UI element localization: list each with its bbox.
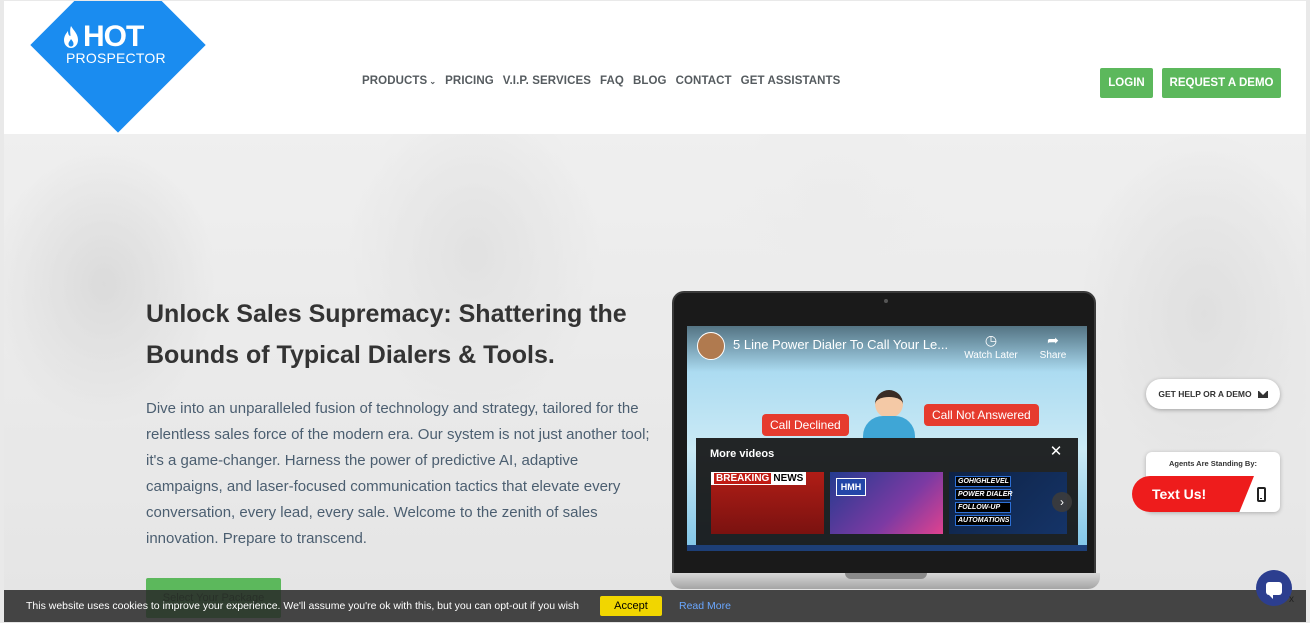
close-icon[interactable]: ✕ [1048,444,1064,460]
cookie-consent-bar: This website uses cookies to improve you… [4,590,1306,622]
clock-icon: ◷ [984,332,998,348]
logo-hot: HOT [83,20,144,53]
chat-icon [1266,581,1282,599]
thumbnail-caption: POWER DIALER [955,489,1012,500]
watch-later-label: Watch Later [964,350,1018,361]
camera-dot [884,299,888,303]
news-label: NEWS [773,473,804,484]
thumbnail-caption: AUTOMATIONS [955,515,1011,526]
video-top-bar: 5 Line Power Dialer To Call Your Le... ◷… [687,326,1087,372]
chevron-right-icon[interactable]: › [1052,492,1072,512]
hero-title: Unlock Sales Supremacy: Shattering the B… [146,300,627,369]
video-player[interactable]: Call Declined Call Not Answered 5 Line P… [687,326,1087,551]
breaking-news-banner: BREAKING NEWS [711,472,807,485]
video-title[interactable]: 5 Line Power Dialer To Call Your Le... [733,337,953,352]
video-character-head [875,390,903,418]
nav-faq[interactable]: FAQ [600,75,624,87]
video-thumbnail[interactable]: BREAKING NEWS [711,472,824,534]
laptop-mockup: Call Declined Call Not Answered 5 Line P… [670,291,1100,593]
main-nav: PRODUCTS ⌄ PRICING V.I.P. SERVICES FAQ BL… [362,75,840,87]
login-button[interactable]: LOGIN [1100,68,1153,98]
share-button[interactable]: ➦ Share [1023,332,1083,361]
flame-icon [64,26,78,48]
nav-products-label: PRODUCTS [362,75,428,87]
hot-prospector-logo[interactable]: HOT PROSPECTOR [30,1,206,133]
agents-standing-by-label: Agents Are Standing By: [1168,459,1258,468]
close-icon[interactable]: x [1289,594,1294,605]
get-help-demo-label: GET HELP OR A DEMO [1158,389,1252,399]
cookie-message: This website uses cookies to improve you… [26,600,579,612]
video-thumbnail[interactable]: GOHIGHLEVEL POWER DIALER FOLLOW-UP AUTOM… [949,472,1067,534]
page: HOT PROSPECTOR PRODUCTS ⌄ PRICING V.I.P. … [0,0,1310,623]
nav-get-assistants[interactable]: GET ASSISTANTS [741,75,841,87]
share-label: Share [1039,350,1067,361]
more-videos-panel: More videos ✕ BREAKING NEWS HMH GOHIGHLE… [696,438,1078,545]
site-header: HOT PROSPECTOR PRODUCTS ⌄ PRICING V.I.P. … [4,1,1306,134]
cookie-read-more-link[interactable]: Read More [679,600,731,612]
laptop-screen-bezel: Call Declined Call Not Answered 5 Line P… [672,291,1096,581]
logo-hot-line: HOT [62,20,202,53]
nav-products[interactable]: PRODUCTS ⌄ [362,75,436,87]
hero-description: Dive into an unparalleled fusion of tech… [146,400,650,547]
video-thumbnail[interactable]: HMH [830,472,943,534]
watch-later-button[interactable]: ◷ Watch Later [961,332,1021,361]
chat-launcher-button[interactable] [1256,570,1292,606]
chevron-down-icon: ⌄ [429,77,437,86]
share-icon: ➦ [1047,332,1059,348]
thumbnail-caption-lines: GOHIGHLEVEL POWER DIALER FOLLOW-UP AUTOM… [955,476,1012,526]
hero-section: Unlock Sales Supremacy: Shattering the B… [4,134,1306,623]
envelope-icon [1257,390,1268,398]
nav-vip-services[interactable]: V.I.P. SERVICES [503,75,591,87]
channel-avatar[interactable] [697,332,725,360]
text-us-button[interactable]: Text Us! [1132,476,1254,512]
call-not-answered-tag: Call Not Answered [924,404,1039,426]
hmh-badge: HMH [836,478,866,496]
nav-blog[interactable]: BLOG [633,75,667,87]
more-videos-label: More videos [710,448,775,460]
logo-text: HOT PROSPECTOR [62,20,202,66]
phone-icon [1256,486,1266,502]
get-help-demo-button[interactable]: GET HELP OR A DEMO [1146,379,1280,409]
video-character-body [863,416,915,438]
laptop-notch [845,573,927,579]
breaking-label: BREAKING [714,473,772,484]
nav-contact[interactable]: CONTACT [676,75,732,87]
thumbnail-caption: FOLLOW-UP [955,502,1011,513]
thumbnail-caption: GOHIGHLEVEL [955,476,1011,487]
request-demo-button[interactable]: REQUEST A DEMO [1162,68,1281,98]
cookie-accept-button[interactable]: Accept [600,596,662,616]
logo-prospector: PROSPECTOR [66,50,166,66]
video-bottom-strip [687,545,1087,551]
call-declined-tag: Call Declined [762,414,849,436]
nav-pricing[interactable]: PRICING [445,75,494,87]
